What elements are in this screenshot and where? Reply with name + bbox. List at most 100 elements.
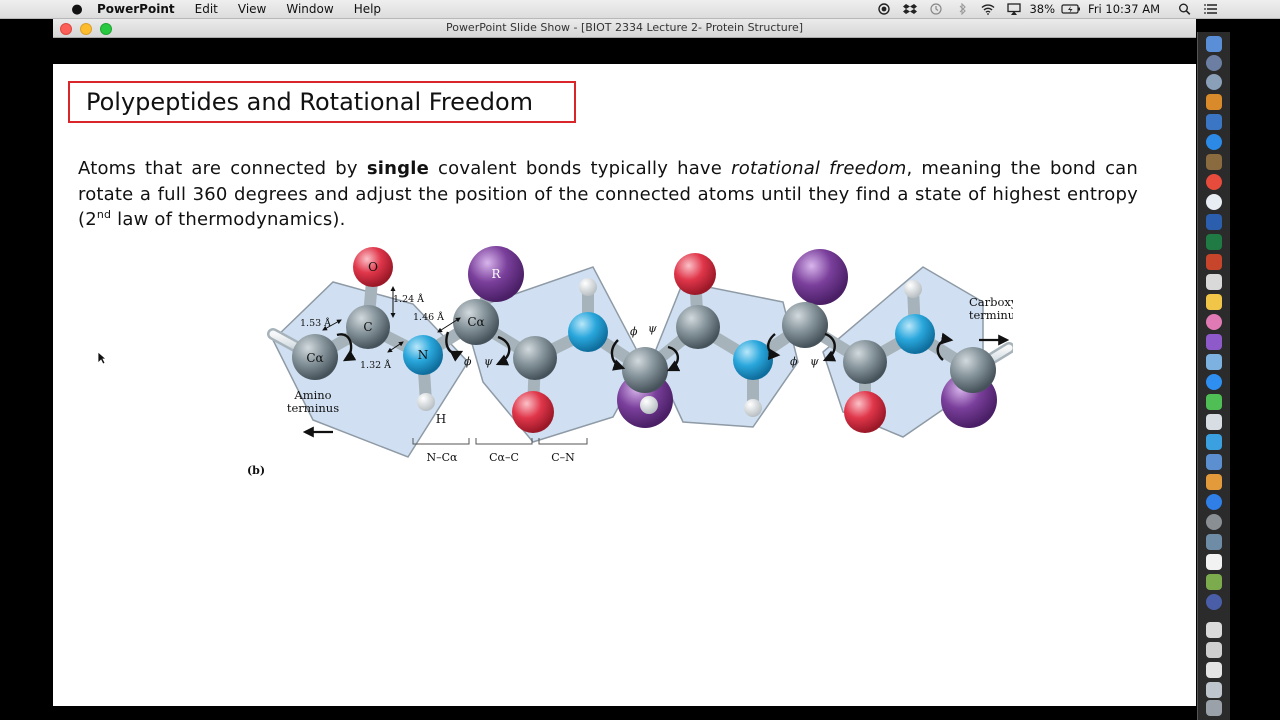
menu-app-name[interactable]: PowerPoint: [97, 2, 175, 16]
minimize-window-button[interactable]: [80, 23, 92, 35]
excel-icon[interactable]: [1206, 234, 1222, 250]
dropbox-icon[interactable]: [899, 3, 921, 15]
textedit-icon[interactable]: [1206, 414, 1222, 430]
notes-icon[interactable]: [1206, 154, 1222, 170]
document-icon[interactable]: [1206, 274, 1222, 290]
menu-help[interactable]: Help: [354, 2, 381, 16]
calendar-icon[interactable]: [1206, 554, 1222, 570]
bond-length-label: 1.46 Å: [413, 311, 444, 323]
trash-icon[interactable]: [1206, 700, 1222, 716]
wifi-icon[interactable]: [977, 3, 999, 15]
finder-icon[interactable]: [1206, 36, 1222, 52]
phi-label: ϕ: [464, 355, 472, 368]
books-icon[interactable]: [1206, 474, 1222, 490]
atom-carbon: [676, 305, 720, 349]
atom-carbon: [843, 340, 887, 384]
carboxyl-terminus-label: Carboxyl: [969, 295, 1013, 309]
atom-carbon: [513, 336, 557, 380]
battery-icon[interactable]: [1058, 3, 1084, 15]
amino-terminus-label: Amino: [293, 388, 331, 402]
close-window-button[interactable]: [60, 23, 72, 35]
documents-stack-icon[interactable]: [1206, 642, 1222, 658]
system-preferences-icon[interactable]: [1206, 514, 1222, 530]
file-stack-icon[interactable]: [1206, 682, 1222, 698]
atom-hydrogen: [904, 280, 922, 298]
stickies-icon[interactable]: [1206, 294, 1222, 310]
bond-brackets: [412, 438, 588, 445]
slide-title: Polypeptides and Rotational Freedom: [68, 81, 576, 123]
label-nitrogen: N: [418, 348, 429, 362]
airplay-icon[interactable]: [1003, 3, 1025, 15]
bracket-label: N–Cα: [427, 451, 459, 464]
keynote-icon[interactable]: [1206, 454, 1222, 470]
label-carbon-alpha: Cα: [467, 315, 484, 329]
phi-label: ϕ: [630, 325, 638, 338]
atom-hydrogen: [640, 396, 658, 414]
body-text-superscript: nd: [96, 208, 112, 221]
notification-center-icon[interactable]: [1200, 3, 1222, 15]
atom-oxygen: [512, 391, 554, 433]
body-text-part: law of thermodynamics).: [111, 209, 346, 230]
photos-icon[interactable]: [1206, 314, 1222, 330]
psi-label: ψ: [648, 322, 657, 335]
quicktime-icon[interactable]: [1206, 594, 1222, 610]
atom-hydrogen: [417, 393, 435, 411]
battery-percent: 38%: [1029, 2, 1056, 16]
spotlight-search-icon[interactable]: [1174, 3, 1196, 15]
itunes-icon[interactable]: [1206, 194, 1222, 210]
zoom-window-button[interactable]: [100, 23, 112, 35]
messages-icon[interactable]: [1206, 374, 1222, 390]
safari-icon[interactable]: [1206, 134, 1222, 150]
menubar-clock[interactable]: Fri 10:37 AM: [1088, 2, 1160, 16]
menu-edit[interactable]: Edit: [195, 2, 218, 16]
bluetooth-icon[interactable]: [951, 3, 973, 15]
launchpad-icon[interactable]: [1206, 55, 1222, 71]
bond-length-label: 1.53 Å: [300, 317, 331, 329]
app-icon[interactable]: [1206, 354, 1222, 370]
bracket-label: Cα–C: [489, 451, 519, 464]
atom-r-group: [792, 249, 848, 305]
menu-bar: ● PowerPoint Edit View Window Help 38% F…: [0, 0, 1280, 19]
atom-hydrogen: [579, 278, 597, 296]
atom-nitrogen: [895, 314, 935, 354]
downloads-stack-icon[interactable]: [1206, 622, 1222, 638]
label-oxygen: O: [368, 260, 378, 274]
time-machine-icon[interactable]: [925, 3, 947, 15]
language-icon[interactable]: [1206, 94, 1222, 110]
rocket-icon[interactable]: [1206, 74, 1222, 90]
window-title-bar: PowerPoint Slide Show - [BIOT 2334 Lectu…: [53, 19, 1196, 38]
numbers-icon[interactable]: [1206, 434, 1222, 450]
bond-length-label: 1.24 Å: [393, 293, 424, 305]
bond-length-label: 1.32 Å: [360, 359, 391, 371]
menu-view[interactable]: View: [238, 2, 266, 16]
slide-body-text: Atoms that are connected by single coval…: [78, 156, 1138, 233]
preview-icon[interactable]: [1206, 114, 1222, 130]
atom-carbon-alpha: [782, 302, 828, 348]
file-stack-icon[interactable]: [1206, 662, 1222, 678]
slide: Polypeptides and Rotational Freedom Atom…: [53, 64, 1196, 706]
label-carbon: C: [363, 320, 372, 334]
body-text-italic: rotational freedom: [731, 158, 907, 179]
chrome-icon[interactable]: [1206, 174, 1222, 190]
psi-label: ψ: [810, 355, 819, 368]
psi-label: ψ: [484, 355, 493, 368]
window-title: PowerPoint Slide Show - [BIOT 2334 Lectu…: [445, 21, 804, 34]
imovie-icon[interactable]: [1206, 334, 1222, 350]
record-icon[interactable]: [873, 3, 895, 15]
screenshot-icon[interactable]: [1206, 534, 1222, 550]
word-icon[interactable]: [1206, 214, 1222, 230]
app-store-icon[interactable]: [1206, 494, 1222, 510]
atom-hydrogen: [744, 399, 762, 417]
facetime-icon[interactable]: [1206, 394, 1222, 410]
atom-carbon-alpha: [622, 347, 668, 393]
body-text-part: covalent bonds typically have: [429, 158, 732, 179]
atom-carbon-alpha: [950, 347, 996, 393]
atom-oxygen: [844, 391, 886, 433]
apple-icon[interactable]: ●: [68, 2, 86, 17]
atom-oxygen: [674, 253, 716, 295]
menu-window[interactable]: Window: [286, 2, 333, 16]
maps-icon[interactable]: [1206, 574, 1222, 590]
label-carbon-alpha: Cα: [306, 351, 323, 365]
amino-terminus-label: terminus: [287, 401, 339, 415]
powerpoint-icon[interactable]: [1206, 254, 1222, 270]
